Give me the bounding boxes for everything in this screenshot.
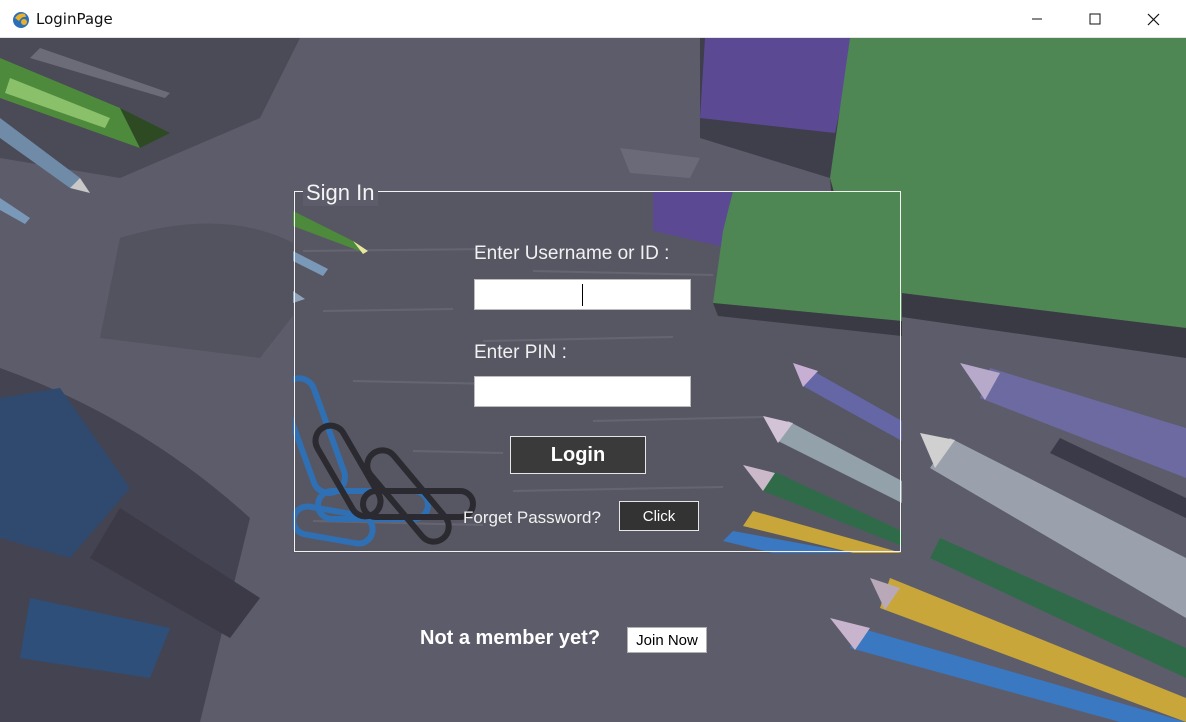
text-caret [582,284,583,306]
close-button[interactable] [1124,0,1182,38]
pin-input[interactable] [474,376,691,407]
title-bar: LoginPage [0,0,1186,38]
username-input[interactable] [474,279,691,310]
close-icon [1147,13,1159,25]
join-now-button[interactable]: Join Now [627,627,707,653]
maximize-button[interactable] [1066,0,1124,38]
app-icon [13,12,29,28]
signin-legend: Sign In [303,180,378,206]
maximize-icon [1089,13,1101,25]
window-title: LoginPage [36,10,113,28]
forget-password-button[interactable]: Click [619,501,699,531]
client-area: Sign In Enter Username or ID : Enter PIN… [0,38,1186,722]
username-label: Enter Username or ID : [474,243,670,264]
login-window: LoginPage Sign In Enter Username or ID:… [0,0,1186,722]
not-member-label: Not a member yet? [420,627,601,649]
minimize-button[interactable] [1008,0,1066,38]
minimize-icon [1032,18,1042,20]
forget-password-label: Forget Password? [463,508,601,527]
pin-label: Enter PIN : [474,342,567,363]
login-button[interactable]: Login [510,436,646,474]
